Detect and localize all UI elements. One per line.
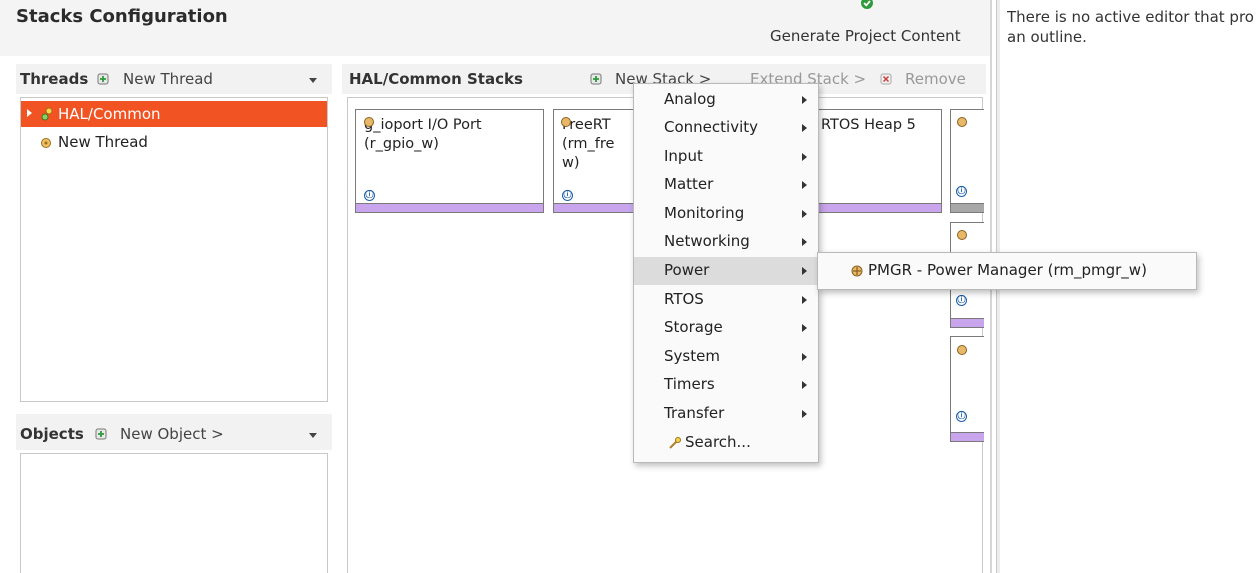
new-thread-button[interactable]: New Thread: [123, 70, 213, 88]
submenu-arrow-icon: [802, 353, 807, 361]
card-subtitle: (rm_fre: [562, 136, 615, 152]
card-title: g_ioport I/O Port: [364, 117, 482, 133]
submenu-item-pmgr[interactable]: PMGR - Power Manager (rm_pmgr_w): [818, 253, 1196, 289]
thread-stack-icon: [41, 107, 53, 121]
menu-item-connectivity[interactable]: Connectivity: [634, 114, 818, 142]
submenu-arrow-icon: [802, 324, 807, 332]
outline-message: There is no active editor that pro an ou…: [1007, 7, 1260, 47]
expand-arrow-icon[interactable]: [27, 109, 32, 117]
menu-item-rtos[interactable]: RTOS: [634, 286, 818, 314]
remove-button[interactable]: Remove: [905, 70, 966, 88]
info-icon[interactable]: ⓘ: [956, 186, 967, 197]
module-icon: [957, 345, 967, 355]
card-subtitle-2: w): [562, 155, 580, 171]
menu-item-system[interactable]: System: [634, 343, 818, 371]
submenu-arrow-icon: [802, 181, 807, 189]
menu-item-monitoring[interactable]: Monitoring: [634, 200, 818, 228]
menu-item-label: Power: [664, 261, 710, 279]
submenu-item-label: PMGR - Power Manager (rm_pmgr_w): [868, 261, 1147, 279]
menu-item-networking[interactable]: Networking: [634, 228, 818, 256]
submenu-arrow-icon: [802, 410, 807, 418]
add-thread-icon[interactable]: [96, 72, 110, 86]
card-text: g_ioport I/O Port (r_gpio_w): [364, 116, 482, 154]
menu-item-label: Monitoring: [664, 204, 745, 222]
card-status-bar: [951, 203, 984, 212]
menu-item-label: Timers: [664, 375, 715, 393]
menu-item-label: RTOS: [664, 290, 704, 308]
outline-message-line1: There is no active editor that pro: [1007, 8, 1254, 26]
info-icon[interactable]: ⓘ: [364, 190, 375, 201]
card-subtitle: (r_gpio_w): [364, 136, 439, 152]
menu-item-label: Search...: [685, 433, 751, 451]
add-object-icon[interactable]: [94, 427, 108, 441]
menu-item-transfer[interactable]: Transfer: [634, 400, 818, 428]
card-title: RTOS Heap 5: [821, 117, 916, 133]
card-text: RTOS Heap 5: [821, 116, 916, 135]
outline-message-line2: an outline.: [1007, 28, 1087, 46]
module-icon: [561, 117, 571, 127]
menu-item-matter[interactable]: Matter: [634, 171, 818, 199]
power-submenu: PMGR - Power Manager (rm_pmgr_w): [817, 252, 1197, 290]
component-icon: [851, 265, 863, 277]
new-stack-icon[interactable]: [589, 72, 603, 86]
submenu-arrow-icon: [802, 124, 807, 132]
menu-item-timers[interactable]: Timers: [634, 371, 818, 399]
menu-item-label: Transfer: [664, 404, 725, 422]
generate-check-icon[interactable]: [860, 0, 874, 10]
new-object-button[interactable]: New Object >: [120, 425, 224, 443]
stack-card-ioport[interactable]: g_ioport I/O Port (r_gpio_w) ⓘ: [355, 109, 544, 213]
menu-item-search[interactable]: Search...: [634, 429, 818, 457]
stacks-title: HAL/Common Stacks: [349, 70, 523, 88]
menu-item-input[interactable]: Input: [634, 143, 818, 171]
card-status-bar: [951, 432, 984, 441]
objects-menu-chevron-icon[interactable]: [309, 433, 317, 438]
menu-item-label: Input: [664, 147, 703, 165]
module-icon: [957, 230, 967, 240]
submenu-arrow-icon: [802, 238, 807, 246]
generate-project-content-button[interactable]: Generate Project Content: [770, 27, 961, 45]
module-icon: [364, 117, 374, 127]
card-status-bar: [356, 203, 543, 212]
card-status-bar: [951, 318, 984, 327]
submenu-arrow-icon: [802, 96, 807, 104]
page-title: Stacks Configuration: [16, 6, 228, 27]
submenu-arrow-icon: [802, 153, 807, 161]
info-icon[interactable]: ⓘ: [956, 295, 967, 306]
thread-icon: [41, 138, 51, 148]
menu-item-label: Networking: [664, 232, 750, 250]
info-icon[interactable]: ⓘ: [562, 190, 573, 201]
threads-menu-chevron-icon[interactable]: [309, 78, 317, 83]
menu-item-storage[interactable]: Storage: [634, 314, 818, 342]
new-stack-menu: Analog Connectivity Input Matter Monitor…: [633, 83, 819, 463]
module-icon: [957, 117, 967, 127]
menu-item-label: Storage: [664, 318, 723, 336]
menu-item-analog[interactable]: Analog: [634, 86, 818, 114]
menu-item-label: Analog: [664, 90, 716, 108]
info-icon[interactable]: ⓘ: [956, 411, 967, 422]
threads-title: Threads: [20, 70, 89, 88]
objects-title: Objects: [20, 425, 84, 443]
tree-item-label: HAL/Common: [58, 105, 161, 123]
tree-item-new-thread[interactable]: New Thread: [58, 133, 148, 151]
menu-item-label: Connectivity: [664, 118, 758, 136]
menu-item-label: Matter: [664, 175, 714, 193]
search-wand-icon: [669, 437, 681, 449]
submenu-arrow-icon: [802, 267, 807, 275]
submenu-arrow-icon: [802, 210, 807, 218]
submenu-arrow-icon: [802, 296, 807, 304]
menu-item-label: System: [664, 347, 720, 365]
submenu-arrow-icon: [802, 381, 807, 389]
objects-list[interactable]: [20, 453, 328, 573]
remove-icon[interactable]: [879, 72, 893, 86]
menu-item-power[interactable]: Power: [634, 257, 818, 285]
